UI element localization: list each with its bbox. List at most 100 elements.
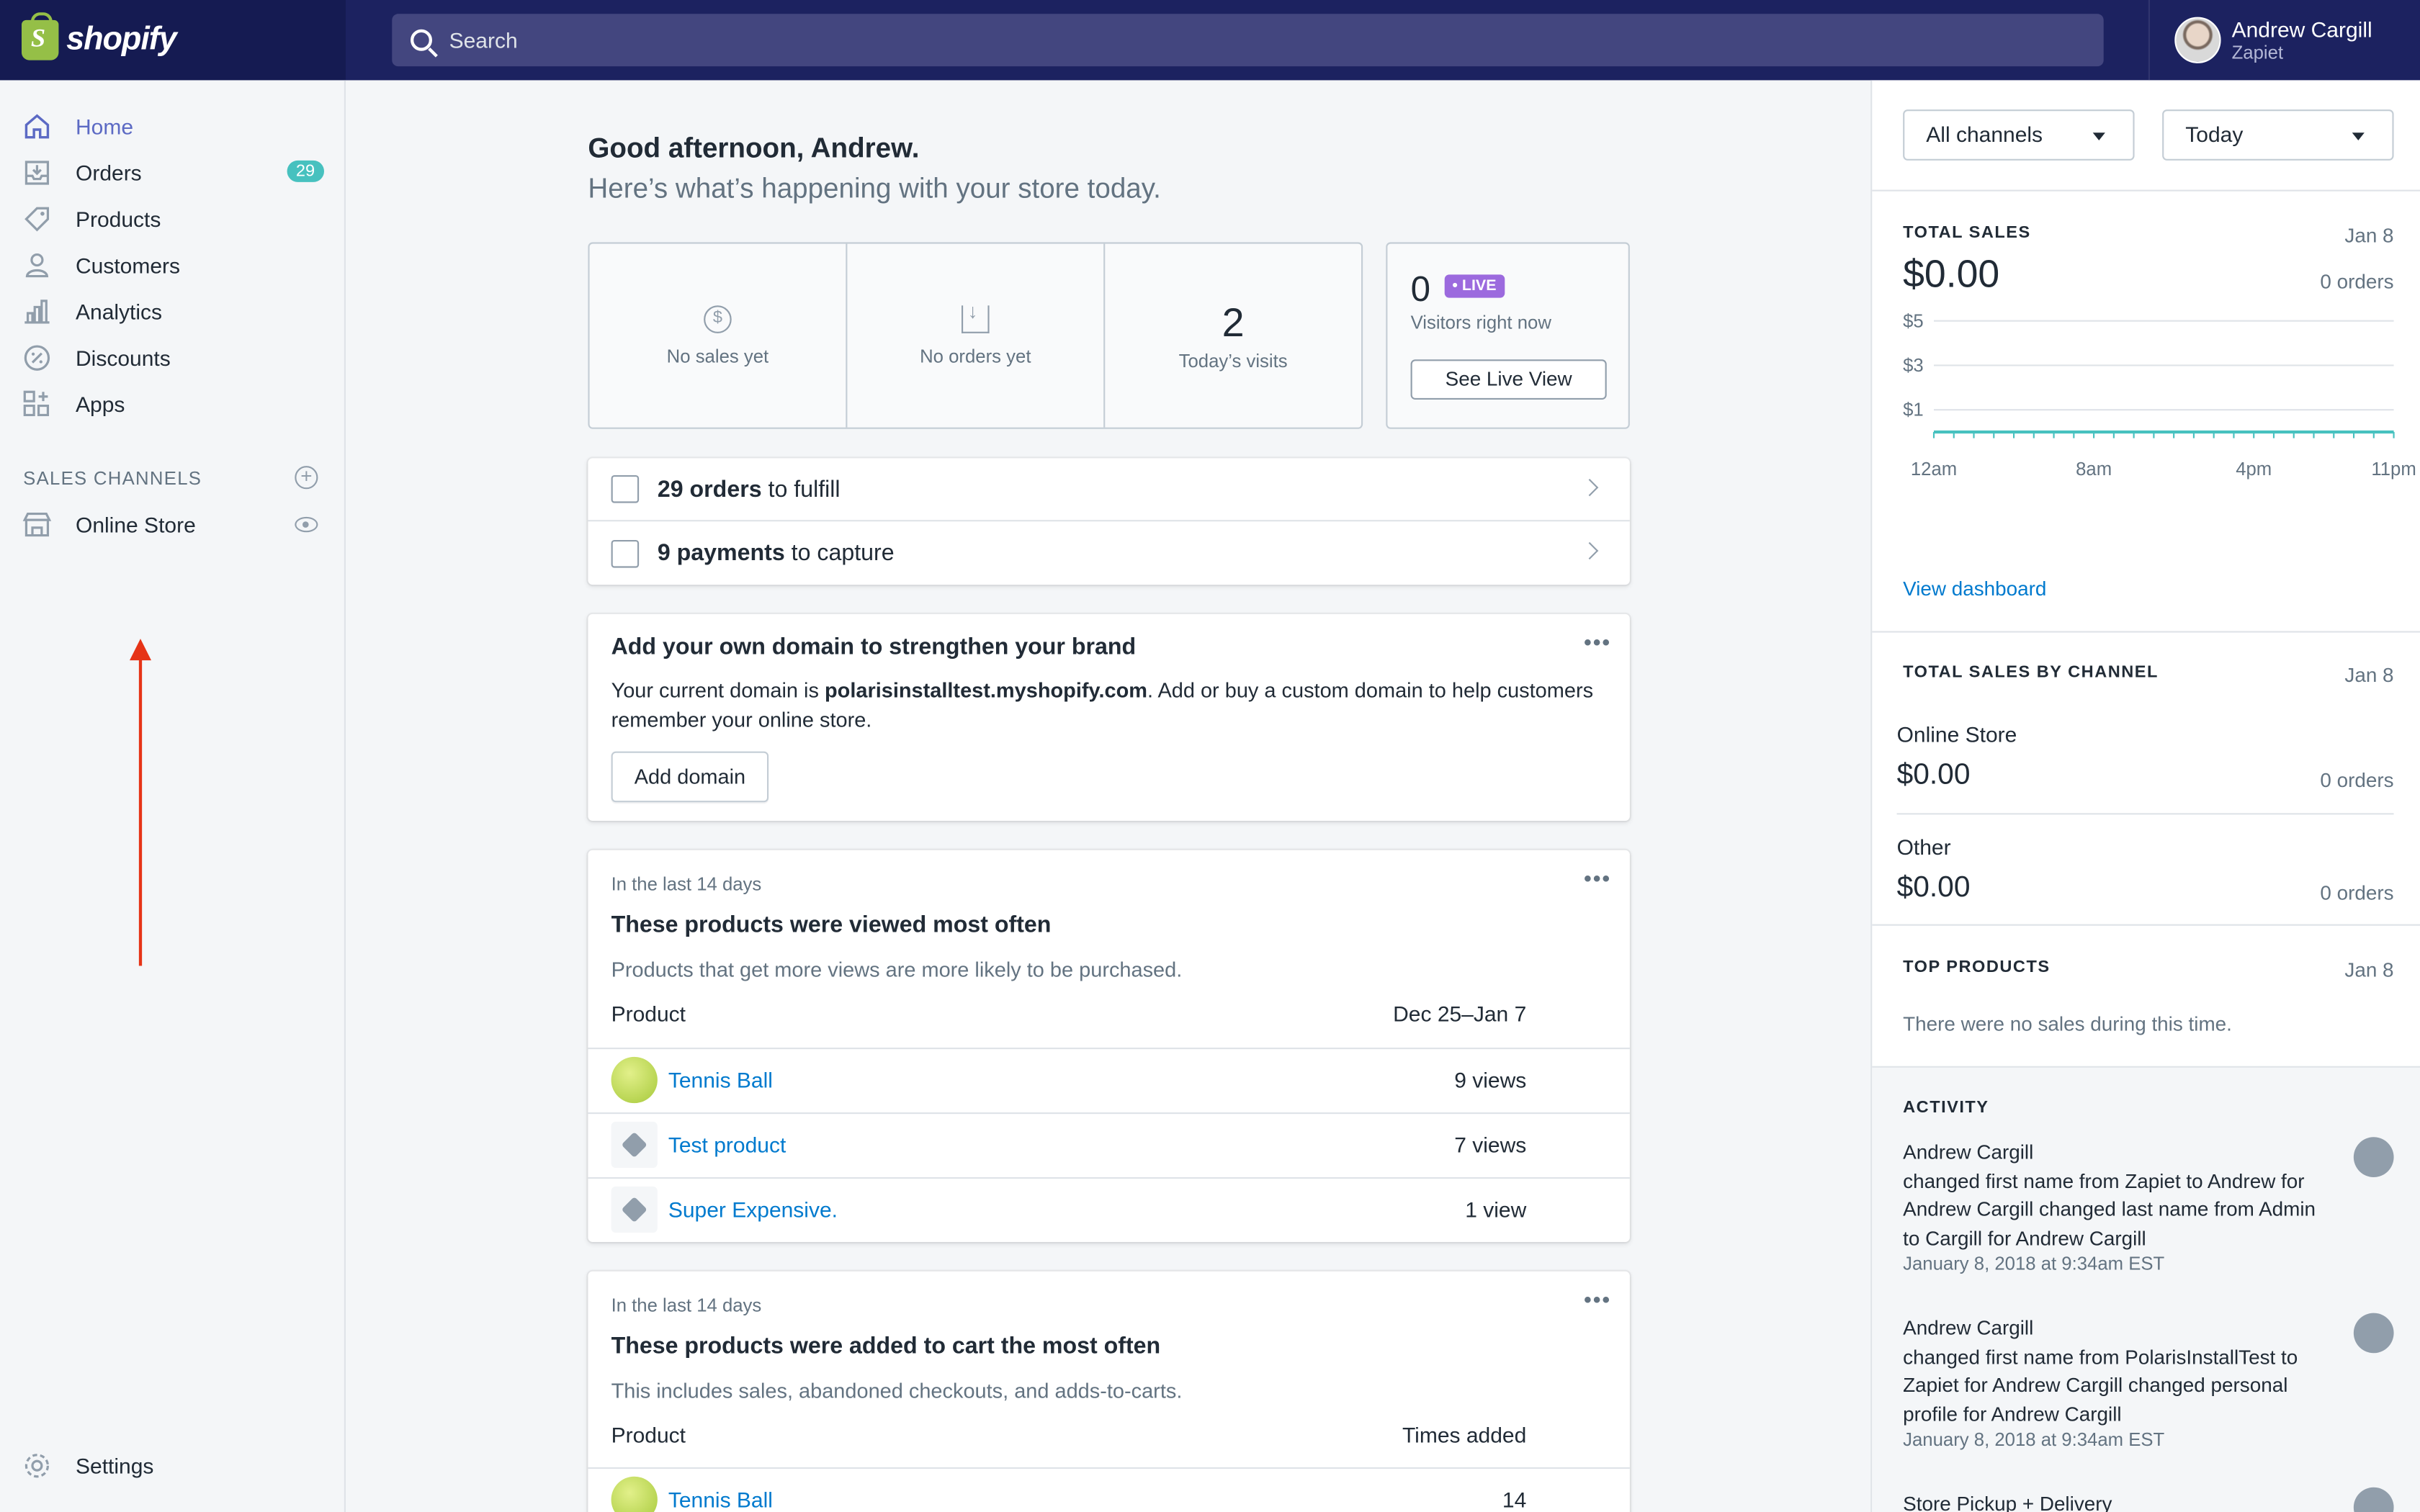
tasks-card: 29 orders to fulfill 9 payments to captu… bbox=[588, 458, 1630, 585]
more-actions-icon[interactable]: ••• bbox=[1584, 865, 1611, 890]
product-link[interactable]: Tennis Ball bbox=[668, 1068, 773, 1092]
user-name: Andrew Cargill bbox=[2231, 17, 2372, 42]
activity-heading: ACTIVITY bbox=[1903, 1098, 1989, 1117]
card-description: Products that get more views are more li… bbox=[611, 958, 1183, 981]
caret-down-icon bbox=[2092, 132, 2105, 140]
product-times-added: 14 bbox=[1502, 1487, 1527, 1512]
card-kicker: In the last 14 days bbox=[611, 873, 762, 895]
x-tick-label: 12am bbox=[1911, 459, 1957, 480]
sales-channels-heading: SALES CHANNELS bbox=[23, 467, 202, 490]
y-tick-label: $1 bbox=[1903, 400, 1924, 420]
activity-author: Store Pickup + Delivery bbox=[1903, 1492, 2112, 1512]
sidebar-item-analytics[interactable]: Analytics bbox=[22, 294, 324, 328]
sidebar-item-label: Settings bbox=[76, 1453, 154, 1478]
tag-icon bbox=[611, 1121, 658, 1169]
sidebar-item-label: Orders bbox=[76, 160, 142, 186]
sidebar-item-home[interactable]: Home bbox=[22, 109, 324, 143]
tag-icon bbox=[611, 1186, 658, 1233]
user-menu[interactable]: Andrew Cargill Zapiet bbox=[2148, 0, 2420, 81]
sidebar-item-orders[interactable]: Orders 29 bbox=[22, 156, 324, 189]
task-count: 29 orders bbox=[657, 476, 762, 503]
activity-item: Andrew Cargill changed first name from Z… bbox=[1903, 1138, 2320, 1274]
channel-sales-value: $0.00 bbox=[1896, 759, 1971, 792]
add-channel-icon[interactable]: + bbox=[295, 466, 318, 490]
current-domain: polarisinstalltest.myshopify.com bbox=[824, 678, 1147, 702]
top-products-date: Jan 8 bbox=[2344, 958, 2394, 981]
fulfill-orders-task[interactable]: 29 orders to fulfill bbox=[588, 458, 1630, 522]
channel-select[interactable]: All channels bbox=[1903, 109, 2135, 161]
sidebar-item-online-store[interactable]: Online Store bbox=[22, 508, 284, 541]
live-badge: • LIVE bbox=[1444, 274, 1505, 298]
total-sales-heading: TOTAL SALES bbox=[1903, 223, 2031, 243]
activity-text: changed first name from Zapiet to Andrew… bbox=[1903, 1169, 2316, 1249]
inbox-icon bbox=[962, 299, 990, 333]
table-row: Super Expensive. 1 view bbox=[588, 1177, 1630, 1242]
product-thumbnail bbox=[611, 1476, 658, 1512]
channel-name: Online Store bbox=[1896, 721, 2017, 747]
sidebar-item-products[interactable]: Products bbox=[22, 202, 324, 236]
dollar-icon: $ bbox=[704, 305, 732, 333]
capture-payments-task[interactable]: 9 payments to capture bbox=[588, 521, 1629, 585]
search-input[interactable] bbox=[449, 27, 1839, 53]
activity-item: Store Pickup + Delivery bbox=[1903, 1490, 2320, 1512]
product-link[interactable]: Test product bbox=[668, 1133, 786, 1157]
sidebar-item-apps[interactable]: Apps bbox=[22, 387, 324, 421]
most-viewed-card: ••• In the last 14 days These products w… bbox=[588, 850, 1630, 1242]
task-text: to fulfill bbox=[761, 476, 841, 503]
sales-by-channel-heading: TOTAL SALES BY CHANNEL bbox=[1903, 663, 2159, 683]
search-icon bbox=[411, 29, 432, 51]
orders-stat[interactable]: No orders yet bbox=[847, 243, 1106, 428]
more-actions-icon[interactable]: ••• bbox=[1584, 629, 1611, 654]
top-products-heading: TOP PRODUCTS bbox=[1903, 958, 2051, 977]
sales-by-channel-date: Jan 8 bbox=[2344, 663, 2394, 687]
channel-name: Other bbox=[1896, 834, 1951, 860]
subgreeting: Here’s what’s happening with your store … bbox=[588, 173, 1161, 204]
sidebar-item-discounts[interactable]: Discounts bbox=[22, 341, 324, 375]
total-sales-section: TOTAL SALES Jan 8 $0.00 0 orders $5 $3 $1 1… bbox=[1872, 192, 2420, 633]
top-products-section: TOP PRODUCTS Jan 8 There were no sales d… bbox=[1872, 926, 2420, 1068]
product-link[interactable]: Tennis Ball bbox=[668, 1488, 773, 1512]
chevron-right-icon bbox=[1581, 541, 1599, 560]
channel-orders: 0 orders bbox=[2320, 768, 2394, 792]
orders-stat-label: No orders yet bbox=[920, 344, 1031, 366]
sidebar-item-label: Home bbox=[76, 114, 134, 139]
visits-stat[interactable]: 2 Today’s visits bbox=[1105, 244, 1361, 428]
column-header-times-added: Times added bbox=[1402, 1422, 1527, 1447]
domain-card-text: Your current domain is polarisinstalltes… bbox=[611, 676, 1599, 734]
add-domain-button[interactable]: Add domain bbox=[611, 751, 769, 803]
top-bar: S shopify Andrew Cargill Zapiet bbox=[0, 0, 2420, 81]
avatar bbox=[2174, 17, 2221, 63]
eye-icon[interactable] bbox=[295, 516, 318, 533]
channel-select-value: All channels bbox=[1926, 122, 2043, 147]
card-title: These products were added to cart the mo… bbox=[611, 1333, 1161, 1359]
sidebar-item-label: Discounts bbox=[76, 346, 171, 371]
activity-date: January 8, 2018 at 9:34am EST bbox=[1903, 1253, 2165, 1274]
product-views: 1 view bbox=[1465, 1197, 1527, 1223]
date-select-value: Today bbox=[2185, 122, 2244, 147]
sidebar-item-label: Online Store bbox=[76, 512, 196, 537]
orders-count-badge: 29 bbox=[287, 160, 324, 182]
sidebar-item-settings[interactable]: Settings bbox=[22, 1449, 324, 1482]
date-select[interactable]: Today bbox=[2162, 109, 2394, 161]
column-header-product: Product bbox=[611, 1001, 686, 1026]
channel-sales-value: $0.00 bbox=[1896, 871, 1971, 904]
apps-icon bbox=[22, 389, 53, 420]
see-live-view-button[interactable]: See Live View bbox=[1410, 359, 1607, 400]
visits-label: Today’s visits bbox=[1178, 350, 1288, 372]
more-actions-icon[interactable]: ••• bbox=[1584, 1287, 1611, 1311]
search-bar[interactable] bbox=[392, 14, 2104, 67]
sidebar-item-customers[interactable]: Customers bbox=[22, 248, 324, 282]
avatar bbox=[2353, 1313, 2394, 1354]
shopping-bag-icon: S bbox=[22, 12, 59, 60]
shopify-logo[interactable]: S shopify bbox=[0, 0, 346, 81]
visits-value: 2 bbox=[1222, 299, 1245, 346]
greeting: Good afternoon, Andrew. bbox=[588, 132, 920, 164]
sales-stat[interactable]: $ No sales yet bbox=[590, 243, 848, 428]
card-description: This includes sales, abandoned checkouts… bbox=[611, 1379, 1183, 1403]
product-link[interactable]: Super Expensive. bbox=[668, 1197, 838, 1222]
most-added-to-cart-card: ••• In the last 14 days These products w… bbox=[588, 1271, 1630, 1512]
activity-section: ACTIVITY Andrew Cargill changed first na… bbox=[1872, 1067, 2420, 1512]
sidebar-item-label: Customers bbox=[76, 253, 181, 278]
view-dashboard-link[interactable]: View dashboard bbox=[1903, 577, 2046, 600]
live-subtitle: Visitors right now bbox=[1410, 311, 1551, 333]
